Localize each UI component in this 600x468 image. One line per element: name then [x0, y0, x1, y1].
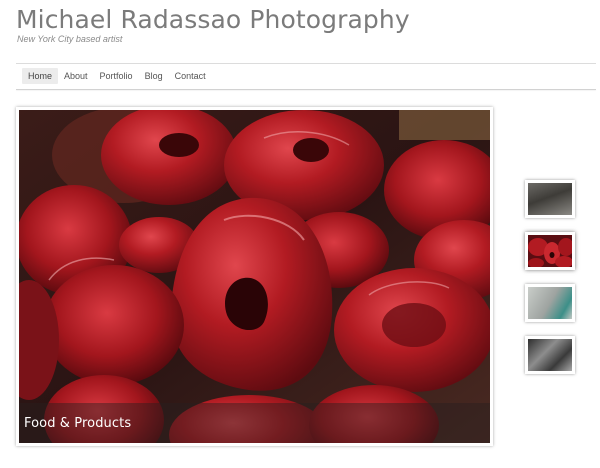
- thumbnail-image: [528, 235, 572, 267]
- thumbnail-image: [528, 287, 572, 319]
- nav-item-home[interactable]: Home: [22, 68, 59, 84]
- site-tagline: New York City based artist: [17, 34, 123, 44]
- thumbnail-2[interactable]: [525, 232, 575, 270]
- page: Michael Radassao Photography New York Ci…: [0, 0, 600, 468]
- nav-item-contact[interactable]: Contact: [169, 68, 212, 84]
- slide-caption: Food & Products: [24, 416, 132, 431]
- main-nav: Home About Portfolio Blog Contact: [22, 68, 212, 84]
- nav-item-portfolio[interactable]: Portfolio: [94, 68, 139, 84]
- caption-overlay: Food & Products: [19, 403, 490, 443]
- thumbnail-image: [528, 183, 572, 215]
- nav-item-blog[interactable]: Blog: [139, 68, 169, 84]
- slideshow-photo[interactable]: Food & Products: [19, 110, 490, 443]
- thumbnail-3[interactable]: [525, 284, 575, 322]
- thumbnail-pears-image: [528, 235, 572, 267]
- nav-divider-top: [16, 63, 596, 64]
- nav-divider-bottom: [16, 89, 596, 90]
- thumbnail-4[interactable]: [525, 336, 575, 374]
- thumbnail-1[interactable]: [525, 180, 575, 218]
- thumbnail-image: [528, 339, 572, 371]
- nav-item-about[interactable]: About: [58, 68, 94, 84]
- poached-pears-image: [19, 110, 490, 443]
- site-title[interactable]: Michael Radassao Photography: [16, 5, 410, 34]
- slideshow-frame[interactable]: Food & Products: [16, 107, 493, 446]
